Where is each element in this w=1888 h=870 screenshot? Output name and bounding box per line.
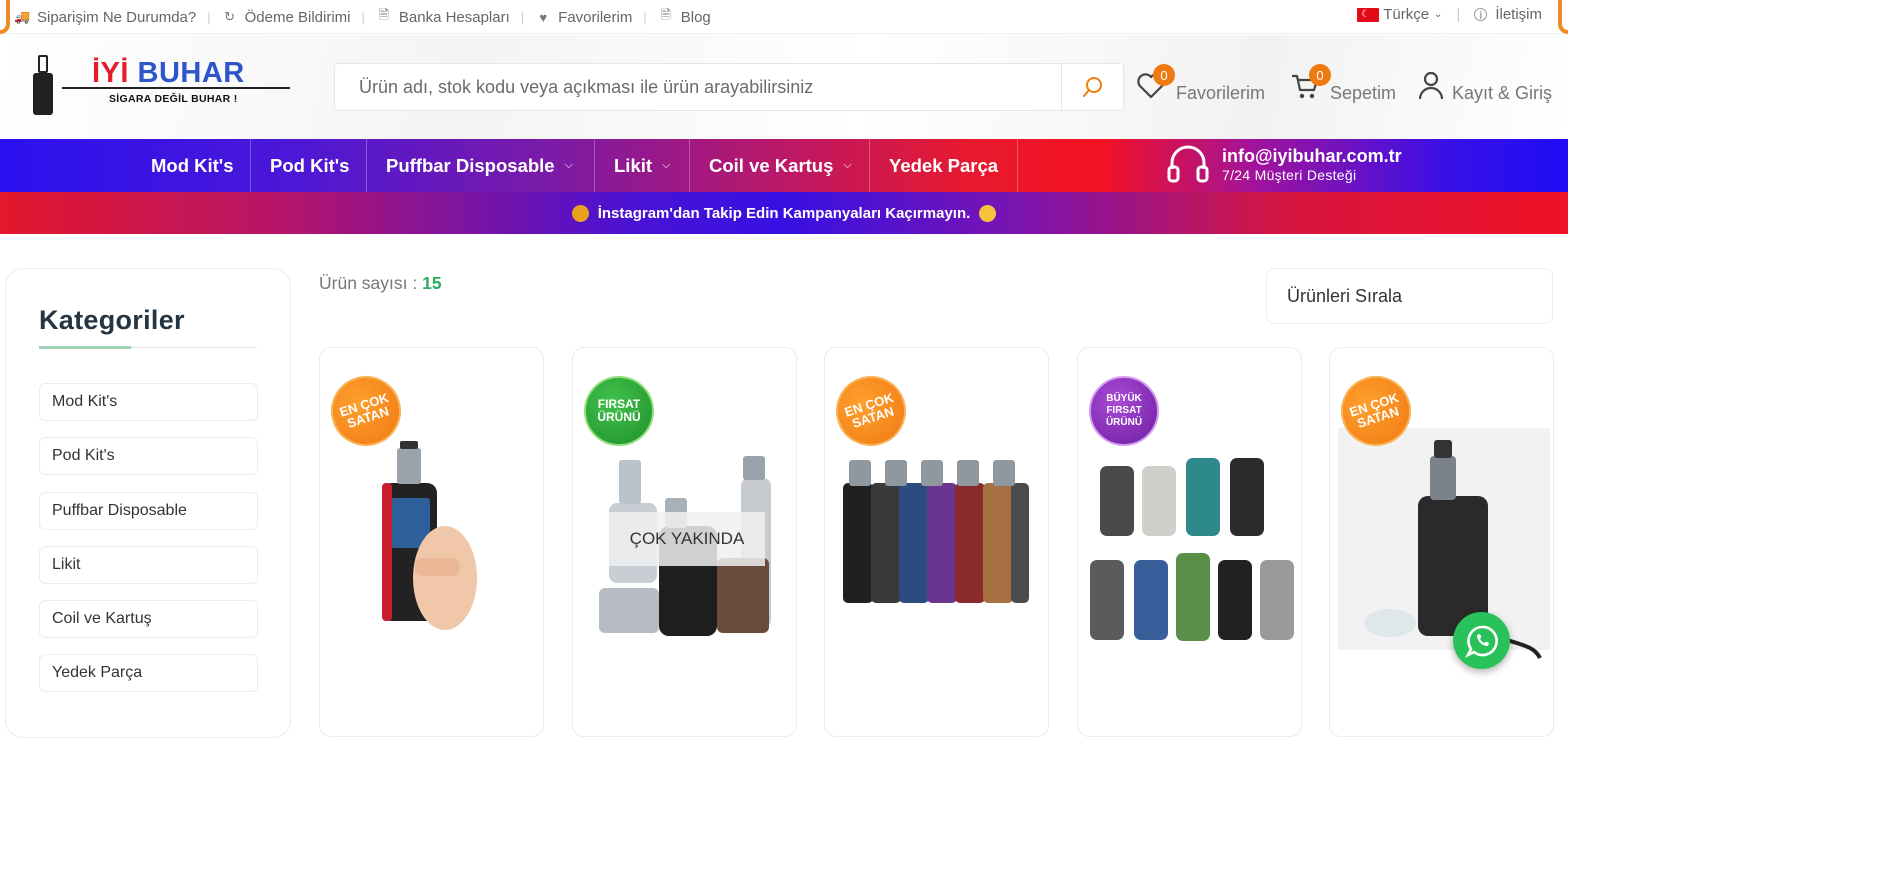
nav-label: Pod Kit's bbox=[270, 154, 350, 176]
product-card[interactable]: EN ÇOK SATAN bbox=[824, 347, 1049, 737]
product-card[interactable]: BÜYÜK FIRSAT ÜRÜNÜ bbox=[1077, 347, 1302, 737]
sort-label: Ürünleri Sırala bbox=[1287, 285, 1403, 306]
contact-link[interactable]: i İletişim bbox=[1474, 6, 1542, 23]
info-icon: i bbox=[1474, 8, 1488, 22]
sort-dropdown[interactable]: Ürünleri Sırala bbox=[1266, 268, 1553, 324]
product-card[interactable]: FIRSAT ÜRÜNÜ ÇOK YAKINDA bbox=[572, 347, 797, 737]
promo-text: İnstagram'dan Takip Edin Kampanyaları Ka… bbox=[597, 204, 971, 222]
chevron-down-icon: ⌵ bbox=[843, 159, 852, 171]
search-input[interactable] bbox=[335, 64, 1061, 110]
sidebar-title: Kategoriler bbox=[39, 305, 185, 335]
big-opportunity-badge: BÜYÜK FIRSAT ÜRÜNÜ bbox=[1089, 376, 1159, 446]
blog-link[interactable]: 🗎 Blog bbox=[658, 6, 711, 28]
language-label: Türkçe bbox=[1383, 6, 1430, 23]
product-card[interactable]: EN ÇOK SATAN bbox=[1329, 347, 1554, 737]
top-bar: 🚚 Siparişim Ne Durumda? | ↻ Ödeme Bildir… bbox=[0, 0, 1568, 34]
whatsapp-button[interactable] bbox=[1453, 612, 1510, 669]
bank-accounts-label: Banka Hesapları bbox=[398, 8, 510, 26]
chevron-down-icon: ⌵ bbox=[564, 159, 573, 171]
payment-notice-link[interactable]: ↻ Ödeme Bildirimi bbox=[222, 8, 351, 26]
product-count: Ürün sayısı : 15 bbox=[319, 273, 442, 293]
site-logo[interactable]: İYİ BUHAR SİGARA DEĞİL BUHAR ! bbox=[32, 55, 292, 117]
promo-banner[interactable]: İnstagram'dan Takip Edin Kampanyaları Ka… bbox=[0, 192, 1568, 234]
contact-label: İletişim bbox=[1495, 6, 1542, 23]
refresh-icon: ↻ bbox=[224, 9, 236, 24]
product-count-value: 15 bbox=[422, 273, 442, 293]
top-links: 🚚 Siparişim Ne Durumda? | ↻ Ödeme Bildir… bbox=[14, 6, 711, 28]
vape-mod-icon bbox=[32, 55, 54, 115]
category-sidebar: Kategoriler Mod Kit's Pod Kit's Puffbar … bbox=[5, 268, 291, 738]
cart-count-badge: 0 bbox=[1309, 64, 1331, 86]
account-label: Kayıt & Giriş bbox=[1452, 83, 1553, 103]
chevron-down-icon: ⌵ bbox=[662, 159, 671, 171]
heart-icon: ♥ bbox=[539, 9, 548, 25]
turkey-flag-icon bbox=[1357, 7, 1380, 22]
top-bar-accent-left bbox=[0, 0, 10, 34]
category-item-puffbar[interactable]: Puffbar Disposable bbox=[39, 492, 258, 530]
nav-item-puffbar[interactable]: Puffbar Disposable ⌵ bbox=[366, 139, 592, 192]
favorites-top-link[interactable]: ♥ Favorilerim bbox=[535, 9, 632, 26]
order-status-label: Siparişim Ne Durumda? bbox=[37, 8, 197, 26]
cart-button[interactable]: 0 Sepetim bbox=[1290, 64, 1397, 104]
support-email: info@iyibuhar.com.tr bbox=[1222, 146, 1402, 166]
top-bar-accent-right bbox=[1558, 0, 1568, 34]
category-item-spare-parts[interactable]: Yedek Parça bbox=[39, 654, 258, 692]
nav-item-mod-kits[interactable]: Mod Kit's bbox=[132, 139, 253, 192]
category-item-mod-kits[interactable]: Mod Kit's bbox=[39, 383, 258, 421]
chevron-down-icon: ⌄ bbox=[1434, 9, 1443, 20]
nav-item-pod-kits[interactable]: Pod Kit's bbox=[250, 139, 368, 192]
favorites-count-badge: 0 bbox=[1153, 64, 1175, 86]
top-right: Türkçe ⌄ | i İletişim bbox=[1357, 6, 1542, 23]
nav-item-coil[interactable]: Coil ve Kartuş ⌵ bbox=[689, 139, 871, 192]
nav-label: Mod Kit's bbox=[151, 154, 234, 176]
order-status-link[interactable]: 🚚 Siparişim Ne Durumda? bbox=[14, 9, 196, 26]
truck-icon: 🚚 bbox=[14, 9, 31, 24]
medal-icon bbox=[571, 204, 589, 222]
favorites-button[interactable]: 0 Favorilerim bbox=[1136, 64, 1266, 104]
support-info[interactable]: info@iyibuhar.com.tr 7/24 Müşteri Desteğ… bbox=[1166, 145, 1402, 185]
category-item-pod-kits[interactable]: Pod Kit's bbox=[39, 437, 258, 475]
document-icon: 🗎 bbox=[378, 7, 390, 22]
category-item-likit[interactable]: Likit bbox=[39, 546, 258, 584]
nav-item-spare-parts[interactable]: Yedek Parça bbox=[869, 139, 1019, 192]
payment-notice-label: Ödeme Bildirimi bbox=[244, 8, 351, 26]
coming-soon-overlay: ÇOK YAKINDA bbox=[609, 512, 765, 566]
category-item-coil[interactable]: Coil ve Kartuş bbox=[39, 600, 258, 638]
headset-icon bbox=[1167, 145, 1209, 183]
search-bar bbox=[334, 63, 1124, 111]
nav-item-likit[interactable]: Likit ⌵ bbox=[594, 139, 689, 192]
nav-label: Yedek Parça bbox=[889, 154, 999, 176]
language-selector[interactable]: Türkçe ⌄ bbox=[1357, 6, 1442, 23]
nav-label: Puffbar Disposable bbox=[386, 154, 555, 176]
favorites-top-label: Favorilerim bbox=[558, 8, 633, 26]
main-nav: Mod Kit's Pod Kit's Puffbar Disposable ⌵… bbox=[0, 139, 1568, 192]
document-icon: 🗎 bbox=[660, 7, 671, 22]
sunglasses-emoji-icon bbox=[979, 204, 997, 222]
search-icon bbox=[1082, 77, 1102, 97]
opportunity-badge: FIRSAT ÜRÜNÜ bbox=[584, 376, 654, 446]
cart-label: Sepetim bbox=[1330, 83, 1397, 103]
nav-label: Coil ve Kartuş bbox=[709, 154, 834, 176]
support-text: 7/24 Müşteri Desteği bbox=[1222, 167, 1357, 183]
logo-tagline: SİGARA DEĞİL BUHAR ! bbox=[109, 93, 238, 105]
blog-label: Blog bbox=[680, 8, 711, 26]
account-button[interactable]: Kayıt & Giriş bbox=[1418, 67, 1552, 104]
product-card[interactable]: EN ÇOK SATAN bbox=[319, 347, 544, 737]
whatsapp-icon bbox=[1464, 625, 1498, 658]
nav-label: Likit bbox=[614, 154, 653, 176]
search-button[interactable] bbox=[1061, 64, 1123, 110]
bank-accounts-link[interactable]: 🗎 Banka Hesapları bbox=[376, 6, 510, 28]
header: İYİ BUHAR SİGARA DEĞİL BUHAR ! 0 Favoril… bbox=[0, 35, 1568, 139]
user-icon bbox=[1418, 71, 1444, 99]
favorites-label: Favorilerim bbox=[1176, 83, 1266, 103]
logo-brand: İYİ BUHAR bbox=[92, 57, 245, 89]
